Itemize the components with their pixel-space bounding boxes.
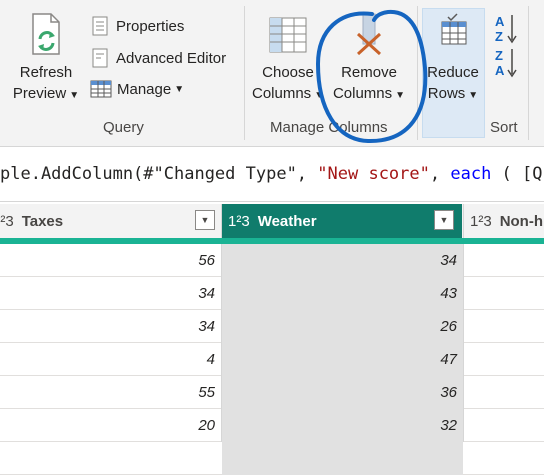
sort-descending-button[interactable]: Z A xyxy=(494,46,518,80)
column-divider xyxy=(463,244,464,442)
chevron-down-icon: ▼ xyxy=(395,90,406,101)
cell-taxes[interactable]: 34 xyxy=(0,277,221,310)
properties-label: Properties xyxy=(116,17,185,35)
svg-text:Z: Z xyxy=(495,48,503,63)
cell-taxes[interactable]: 4 xyxy=(0,343,221,376)
sort-ascending-icon: A Z xyxy=(495,14,517,44)
cell-weather[interactable]: 36 xyxy=(222,376,463,409)
manage-columns-group-label: Manage Columns xyxy=(270,119,388,136)
manage-label: Manage xyxy=(117,80,172,98)
formula-bar[interactable]: ple.AddColumn(#"Changed Type", "New scor… xyxy=(0,147,544,202)
cell-taxes[interactable]: 20 xyxy=(0,409,221,442)
column-filter-dropdown[interactable]: ▼ xyxy=(434,210,454,230)
formula-text: ple.AddColumn(#"Changed Type", xyxy=(0,164,318,184)
number-type-icon[interactable]: 1²3 xyxy=(228,213,250,230)
column-divider xyxy=(221,244,222,442)
cell-weather[interactable] xyxy=(222,442,463,475)
reduce-rows-icon xyxy=(441,13,467,45)
sort-group-label: Sort xyxy=(490,119,518,136)
group-separator xyxy=(528,6,529,140)
column-header-non-h[interactable]: 1²3 Non-h xyxy=(464,204,544,238)
cell-taxes[interactable]: 34 xyxy=(0,310,221,343)
remove-columns-label-2: Columns xyxy=(332,85,393,102)
column-header-taxes[interactable]: 1²3 Taxes ▼ xyxy=(0,204,221,238)
refresh-label-2: Preview xyxy=(12,85,67,102)
column-name: Taxes xyxy=(21,212,64,230)
advanced-editor-button[interactable]: Advanced Editor xyxy=(90,48,226,68)
column-name: Non-h xyxy=(499,212,544,230)
chevron-down-icon: ▼ xyxy=(314,90,325,101)
advanced-editor-icon xyxy=(92,48,108,68)
grid-header: 1²3 Taxes ▼ 1²3 Weather ▼ 1²3 Non-h xyxy=(0,204,544,238)
group-separator xyxy=(244,6,245,140)
reduce-rows-label-2: Rows xyxy=(427,85,466,102)
formula-text: , xyxy=(429,164,451,184)
formula-keyword: each xyxy=(450,164,492,184)
number-type-icon[interactable]: 1²3 xyxy=(470,213,492,230)
formula-text: ( [Qual xyxy=(501,164,544,184)
formula-string: "New score" xyxy=(317,164,430,184)
chevron-down-icon: ▼ xyxy=(174,83,185,95)
properties-icon xyxy=(92,16,108,36)
table-icon xyxy=(90,80,112,98)
ribbon: Refresh Preview ▼ Properties Advanced Edi… xyxy=(0,0,544,147)
refresh-label-1: Refresh xyxy=(19,64,73,81)
column-name: Weather xyxy=(257,212,317,230)
remove-columns-icon xyxy=(356,13,382,56)
svg-text:A: A xyxy=(495,63,505,78)
svg-text:A: A xyxy=(495,14,505,29)
choose-columns-icon xyxy=(269,17,307,53)
remove-columns-label-1: Remove xyxy=(341,64,397,81)
sort-descending-icon: Z A xyxy=(495,48,517,78)
cell-taxes[interactable]: 55 xyxy=(0,376,221,409)
column-divider xyxy=(221,204,222,238)
choose-columns-label-2: Columns xyxy=(252,85,312,102)
cell-weather[interactable]: 34 xyxy=(222,244,463,277)
remove-columns-button[interactable]: Remove Columns ▼ xyxy=(331,12,407,106)
group-separator xyxy=(417,6,418,140)
cell-weather[interactable]: 26 xyxy=(222,310,463,343)
column-header-weather[interactable]: 1²3 Weather ▼ xyxy=(222,204,462,238)
cell-weather[interactable]: 47 xyxy=(222,343,463,376)
cell-weather[interactable]: 32 xyxy=(222,409,463,442)
refresh-icon xyxy=(32,13,60,55)
advanced-editor-label: Advanced Editor xyxy=(116,49,227,67)
choose-columns-button[interactable]: Choose Columns ▼ xyxy=(252,12,324,106)
column-divider xyxy=(463,204,464,238)
reduce-rows-button[interactable]: Reduce Rows ▼ xyxy=(420,12,486,106)
manage-button[interactable]: Manage ▼ xyxy=(90,80,184,98)
chevron-down-icon: ▼ xyxy=(468,90,479,101)
column-filter-dropdown[interactable]: ▼ xyxy=(195,210,215,230)
refresh-preview-button[interactable]: Refresh Preview ▼ xyxy=(10,12,82,106)
cell-weather[interactable]: 43 xyxy=(222,277,463,310)
cell-taxes[interactable]: 56 xyxy=(0,244,221,277)
table-row xyxy=(0,442,544,475)
reduce-rows-label-1: Reduce xyxy=(427,64,479,81)
choose-columns-label-1: Choose xyxy=(262,64,314,81)
chevron-down-icon: ▼ xyxy=(69,90,80,101)
properties-button[interactable]: Properties xyxy=(90,16,184,36)
sort-ascending-button[interactable]: A Z xyxy=(494,12,518,46)
number-type-icon[interactable]: 1²3 xyxy=(0,213,14,230)
svg-text:Z: Z xyxy=(495,29,503,44)
query-group-label: Query xyxy=(103,119,144,136)
